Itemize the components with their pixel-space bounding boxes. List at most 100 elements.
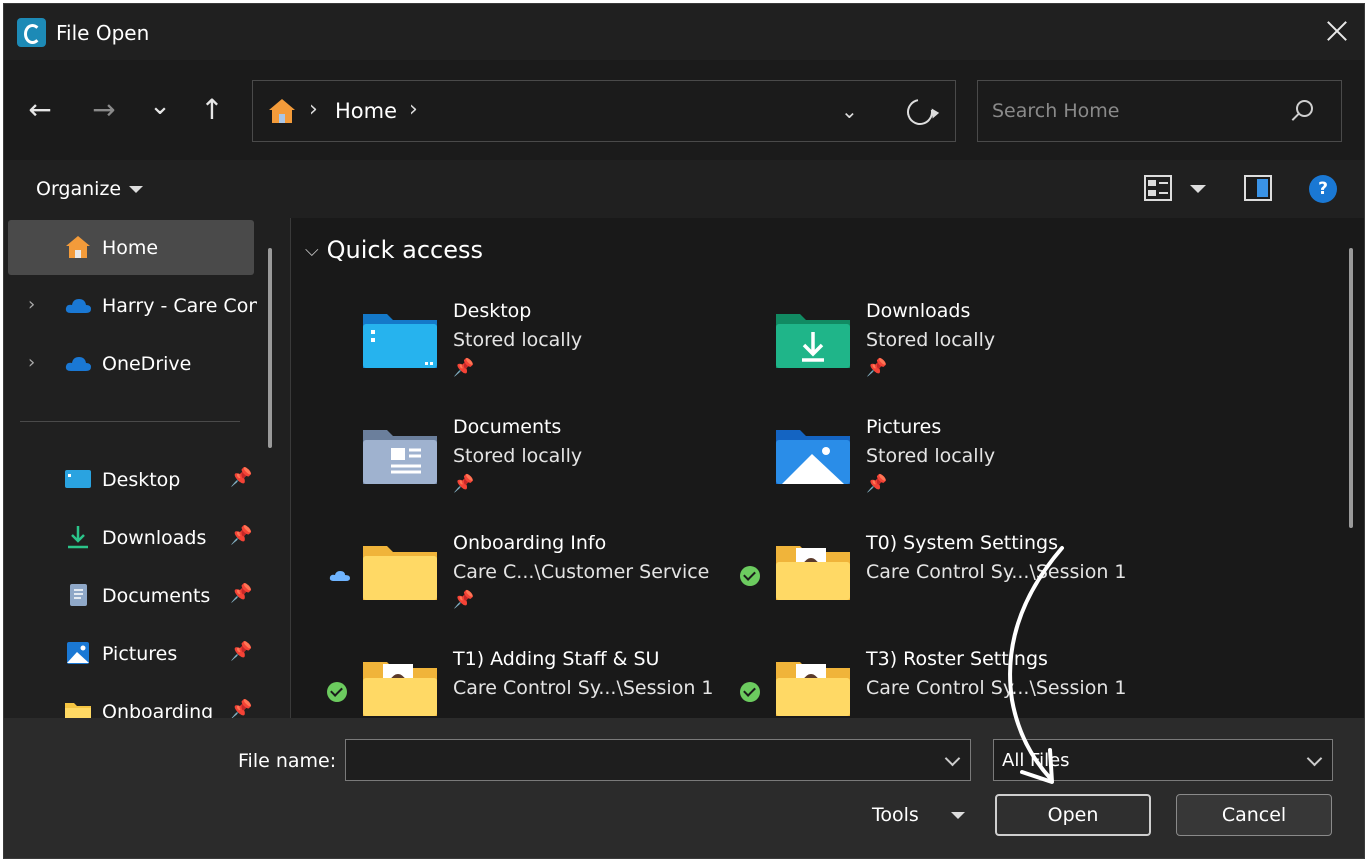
tools-caret-down-icon[interactable]: [951, 812, 965, 819]
pin-icon: 📌: [230, 467, 253, 488]
tile-location: Care Control Sy...\Session 1: [866, 561, 1127, 583]
pin-icon: 📌: [453, 358, 475, 378]
breadcrumb-home[interactable]: Home: [335, 99, 397, 123]
sidebar-item-downloads[interactable]: Downloads 📌: [4, 514, 264, 560]
chevron-down-icon[interactable]: [944, 750, 961, 767]
tile-location: Care Control Sy...\Session 1: [453, 677, 714, 699]
desktop-icon: [65, 470, 91, 488]
tile-name: T3) Roster Settings: [866, 648, 1048, 670]
quick-access-header[interactable]: ⌵ Quick access: [305, 236, 483, 264]
organize-label: Organize: [36, 178, 122, 200]
content-scrollbar[interactable]: [1349, 248, 1353, 528]
tile-location: Stored locally: [453, 445, 583, 467]
file-name-combobox[interactable]: [345, 739, 971, 781]
help-icon[interactable]: ?: [1309, 175, 1337, 203]
pin-icon: 📌: [453, 474, 475, 494]
tile-name: T1) Adding Staff & SU: [453, 648, 660, 670]
address-bar[interactable]: › Home › ⌄: [252, 80, 956, 142]
pin-icon: 📌: [230, 525, 253, 546]
back-arrow-icon[interactable]: ←: [22, 92, 58, 128]
sidebar-item-home[interactable]: Home: [4, 224, 264, 270]
cloud-icon: [65, 299, 91, 313]
tile-name: Documents: [453, 416, 562, 438]
navigation-bar: ← → ⌄ ↑ › Home › ⌄: [4, 60, 1364, 160]
pictures-folder-icon: [776, 430, 850, 484]
sidebar-item-label: OneDrive: [102, 353, 192, 375]
sidebar-item-harry-care-control[interactable]: › Harry - Care Control Systems: [4, 282, 264, 328]
tile-location: Care Control Sy...\Session 1: [866, 677, 1127, 699]
sidebar-item-label: Home: [102, 237, 159, 259]
file-type-value: All Files: [1002, 750, 1070, 771]
sidebar-item-label: Harry - Care Control Systems: [102, 295, 257, 317]
quick-access-tile-pictures[interactable]: Pictures Stored locally 📌: [706, 410, 1106, 520]
sidebar-divider: [20, 421, 240, 422]
cancel-button[interactable]: Cancel: [1176, 794, 1332, 836]
dialog-footer: File name: All Files Tools Open Cancel: [4, 718, 1364, 858]
tile-location: Care C...\Customer Service: [453, 561, 710, 583]
tile-name: Downloads: [866, 300, 971, 322]
download-icon: [68, 526, 88, 549]
sidebar-item-documents[interactable]: Documents 📌: [4, 572, 264, 618]
breadcrumb-separator-icon: ›: [309, 97, 318, 122]
content-area: ⌵ Quick access Desktop Stored locally 📌: [291, 218, 1364, 718]
search-box[interactable]: [977, 80, 1342, 142]
view-caret-down-icon[interactable]: [1190, 185, 1206, 193]
close-icon[interactable]: [1324, 18, 1350, 44]
tile-name: T0) System Settings: [866, 532, 1058, 554]
breadcrumb-separator-icon[interactable]: ›: [409, 97, 418, 122]
tile-name: Onboarding Info: [453, 532, 607, 554]
pin-icon: 📌: [230, 699, 253, 720]
refresh-icon[interactable]: [901, 93, 939, 131]
documents-folder-icon: [363, 430, 437, 484]
file-type-select[interactable]: All Files: [993, 739, 1333, 781]
folder-icon: [363, 546, 437, 600]
chevron-down-icon[interactable]: [1306, 750, 1323, 767]
quick-access-tile-documents[interactable]: Documents Stored locally 📌: [293, 410, 693, 520]
tile-location: Stored locally: [866, 329, 996, 351]
tile-location: Stored locally: [453, 329, 583, 351]
collapse-chevron-icon[interactable]: ⌵: [305, 240, 319, 261]
tile-name: Pictures: [866, 416, 942, 438]
title-bar: File Open: [4, 4, 1364, 60]
tile-name: Desktop: [453, 300, 532, 322]
preview-pane-icon[interactable]: [1244, 175, 1272, 201]
home-icon: [66, 236, 90, 258]
quick-access-tile-onboarding-info[interactable]: Onboarding Info Care C...\Customer Servi…: [293, 526, 709, 636]
expand-chevron-icon[interactable]: ›: [28, 352, 35, 373]
search-input[interactable]: [992, 97, 1292, 125]
window-title: File Open: [56, 21, 150, 45]
pin-icon: 📌: [866, 358, 888, 378]
quick-access-tile-downloads[interactable]: Downloads Stored locally 📌: [706, 294, 1106, 404]
search-icon[interactable]: [1296, 100, 1313, 117]
caret-down-icon: [129, 186, 144, 193]
quick-access-tile-desktop[interactable]: Desktop Stored locally 📌: [293, 294, 693, 404]
address-dropdown-icon[interactable]: ⌄: [841, 99, 858, 123]
view-options-icon[interactable]: [1144, 175, 1172, 201]
tools-menu[interactable]: Tools: [872, 804, 919, 826]
sidebar-item-pictures[interactable]: Pictures 📌: [4, 630, 264, 676]
cloud-status-icon: [329, 571, 350, 581]
file-name-input[interactable]: [354, 748, 914, 772]
synced-check-icon: [740, 566, 760, 586]
section-title: Quick access: [326, 236, 484, 264]
document-icon: [70, 584, 87, 606]
expand-chevron-icon[interactable]: ›: [28, 294, 35, 315]
sidebar-scrollbar[interactable]: [268, 248, 272, 448]
cloud-icon: [65, 357, 91, 371]
organize-menu[interactable]: Organize: [36, 178, 144, 200]
recent-locations-chevron-icon[interactable]: ⌄: [142, 92, 178, 128]
sidebar-item-desktop[interactable]: Desktop 📌: [4, 456, 264, 502]
pin-icon: 📌: [866, 474, 888, 494]
app-logo-icon: [17, 18, 46, 47]
forward-arrow-icon[interactable]: →: [86, 92, 122, 128]
sidebar-item-onedrive[interactable]: › OneDrive: [4, 340, 264, 386]
open-button[interactable]: Open: [995, 794, 1151, 836]
file-open-dialog: File Open ← → ⌄ ↑ › Home › ⌄ Organize: [3, 3, 1365, 859]
quick-access-tile-t0-system-settings[interactable]: T0) System Settings Care Control Sy...\S…: [706, 526, 1127, 636]
command-bar: Organize ?: [4, 160, 1364, 218]
navigation-pane: Home › Harry - Care Control Systems › On…: [4, 218, 288, 723]
pin-icon: 📌: [230, 641, 253, 662]
up-arrow-icon[interactable]: ↑: [194, 92, 230, 128]
folder-icon: [776, 662, 850, 716]
folder-icon: [363, 662, 437, 716]
